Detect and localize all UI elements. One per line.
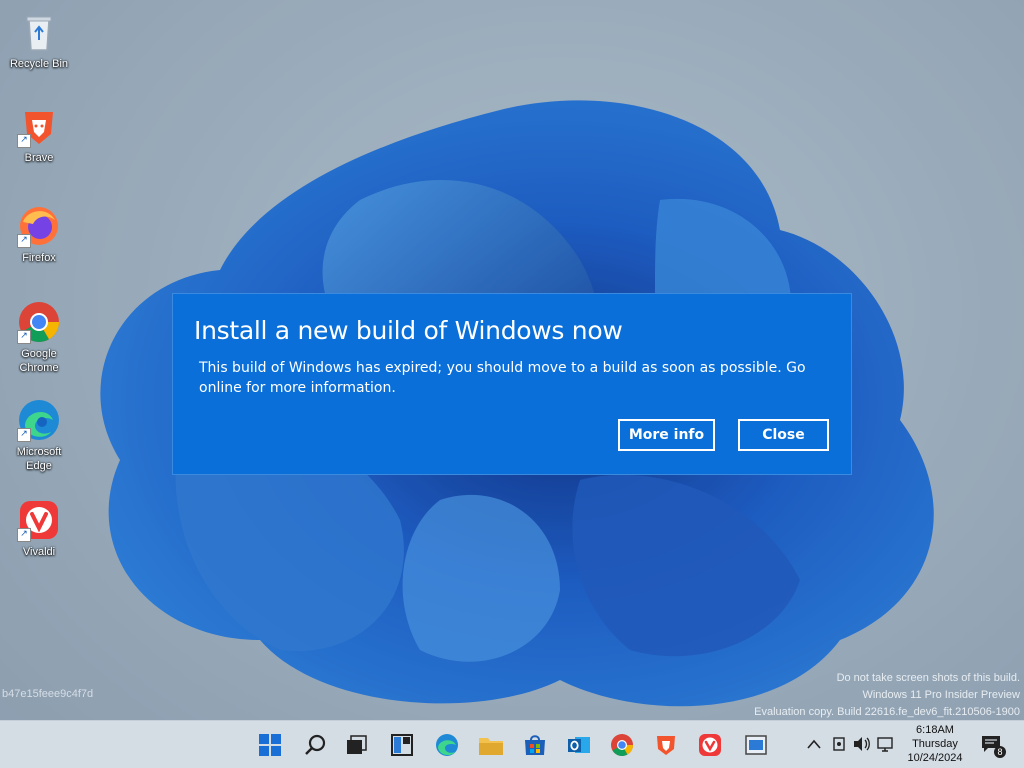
desktop-icon-chrome[interactable]: ↗ Google Chrome <box>4 300 74 375</box>
shortcut-arrow-icon: ↗ <box>17 428 31 442</box>
watermark-line: Evaluation copy. Build 22616.fe_dev6_fit… <box>754 706 1020 718</box>
start-icon[interactable] <box>254 729 286 761</box>
shortcut-arrow-icon: ↗ <box>17 134 31 148</box>
brave-icon: ↗ <box>17 104 61 148</box>
desktop-icon-label: Vivaldi <box>22 546 56 558</box>
shortcut-arrow-icon: ↗ <box>17 330 31 344</box>
desktop-icon-label: Recycle Bin <box>9 58 69 70</box>
desktop-icon-recycle-bin[interactable]: Recycle Bin <box>4 10 74 71</box>
search-icon[interactable] <box>299 729 331 761</box>
store-icon[interactable] <box>519 729 551 761</box>
desktop-icon-brave[interactable]: ↗ Brave <box>4 104 74 165</box>
taskbar-clock[interactable]: 6:18AM Thursday 10/24/2024 <box>900 723 970 765</box>
volume-icon[interactable] <box>853 735 871 753</box>
device-icon[interactable] <box>830 735 848 753</box>
chrome-icon[interactable] <box>606 729 638 761</box>
vivaldi-icon[interactable] <box>694 729 726 761</box>
task-view-icon[interactable] <box>340 729 372 761</box>
edge-icon: ↗ <box>17 398 61 442</box>
watermark-line: Do not take screen shots of this build. <box>836 672 1020 684</box>
firefox-icon: ↗ <box>17 204 61 248</box>
clock-time: 6:18AM <box>916 724 954 736</box>
desktop: Recycle Bin ↗ Brave ↗ Firefox ↗ Google C… <box>0 0 1024 768</box>
desktop-icon-label: Firefox <box>22 252 56 264</box>
app-icon[interactable] <box>740 729 772 761</box>
desktop-icon-label: Google Chrome <box>19 348 59 374</box>
desktop-icon-label: Brave <box>24 152 54 164</box>
build-expired-dialog: Install a new build of Windows now This … <box>172 293 852 475</box>
edge-icon[interactable] <box>431 729 463 761</box>
build-hash: b47e15feee9c4f7d <box>2 688 94 700</box>
outlook-icon[interactable] <box>563 729 595 761</box>
evaluation-watermark: Do not take screen shots of this build. … <box>754 670 1020 721</box>
network-icon[interactable] <box>877 735 895 753</box>
shortcut-arrow-icon: ↗ <box>17 528 31 542</box>
dialog-message: This build of Windows has expired; you s… <box>199 360 806 396</box>
taskbar: 6:18AM Thursday 10/24/2024 8 <box>0 720 1024 768</box>
notification-center-icon[interactable]: 8 <box>980 733 1006 758</box>
chevron-up-icon[interactable] <box>805 735 823 753</box>
watermark-line: Windows 11 Pro Insider Preview <box>862 689 1020 701</box>
more-info-button[interactable]: More info <box>618 419 715 451</box>
dialog-title: Install a new build of Windows now <box>194 316 623 345</box>
file-explorer-icon[interactable] <box>475 729 507 761</box>
close-button[interactable]: Close <box>738 419 829 451</box>
brave-icon[interactable] <box>650 729 682 761</box>
clock-day: Thursday <box>912 738 958 750</box>
shortcut-arrow-icon: ↗ <box>17 234 31 248</box>
widgets-icon[interactable] <box>386 729 418 761</box>
vivaldi-icon: ↗ <box>17 498 61 542</box>
recycle-bin-icon <box>17 10 61 54</box>
desktop-icon-vivaldi[interactable]: ↗ Vivaldi <box>4 498 74 559</box>
chrome-icon: ↗ <box>17 300 61 344</box>
notification-count-badge: 8 <box>994 746 1006 758</box>
desktop-icon-firefox[interactable]: ↗ Firefox <box>4 204 74 265</box>
desktop-icon-label: Microsoft Edge <box>16 446 62 472</box>
clock-date: 10/24/2024 <box>907 752 963 764</box>
desktop-icon-edge[interactable]: ↗ Microsoft Edge <box>4 398 74 473</box>
